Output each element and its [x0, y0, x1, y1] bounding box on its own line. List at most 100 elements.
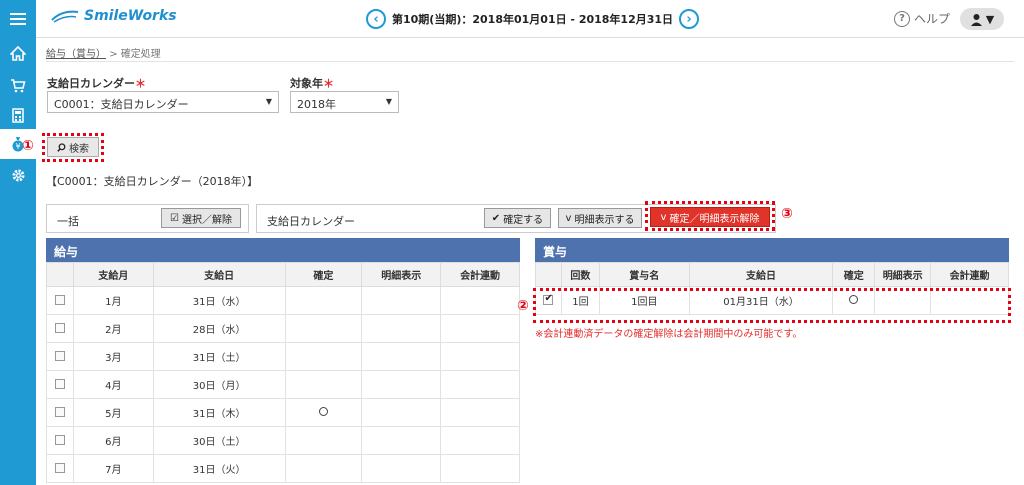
- callout-2: ②: [517, 298, 529, 314]
- table-row: 7月 31日（火）: [46, 454, 520, 483]
- calendar-select-value: C0001：支給日カレンダー: [54, 98, 189, 111]
- row-select: [46, 342, 74, 371]
- help-label: ヘルプ: [914, 12, 951, 26]
- check-icon: ✔: [491, 212, 501, 224]
- bonus-header-row: 回数 賞与名 支給日 確定 明細表示 会計連動: [535, 262, 1009, 287]
- home-icon[interactable]: [0, 38, 36, 68]
- search-button[interactable]: 検索: [47, 137, 99, 157]
- cell-accounting: [440, 342, 520, 371]
- row-checkbox[interactable]: [54, 295, 65, 305]
- year-select-value: 2018年: [297, 98, 336, 111]
- year-label: 対象年＊: [290, 75, 334, 91]
- logo[interactable]: SmileWorks: [50, 8, 177, 24]
- row-select: [46, 286, 74, 315]
- cell-accounting: [440, 398, 520, 427]
- table-row: 4月 30日（月）: [46, 370, 520, 399]
- row-checkbox[interactable]: [54, 435, 65, 445]
- col-confirmed: 確定: [832, 262, 876, 287]
- salary-header: 給与: [46, 238, 520, 262]
- logo-swoosh-icon: [51, 10, 79, 23]
- col-month: 支給月: [72, 262, 154, 287]
- cell-payday: 30日（月）: [152, 370, 286, 399]
- period-selector: ‹ 第10期(当期)：2018年01月01日 - 2018年12月31日 ›: [366, 9, 700, 29]
- cell-month: 6月: [72, 426, 154, 455]
- menu-icon[interactable]: [0, 4, 36, 34]
- col-accounting: 会計連動: [930, 262, 1009, 287]
- cell-confirmed: [284, 314, 363, 343]
- cell-confirmed: [284, 454, 363, 483]
- cell-payday: 31日（木）: [152, 398, 286, 427]
- cell-confirmed: [284, 426, 363, 455]
- chevron-right-icon: ›: [686, 11, 692, 27]
- caret-down-icon: ▼: [265, 97, 272, 106]
- cell-payday: 30日（土）: [152, 426, 286, 455]
- top-bar: SmileWorks ‹ 第10期(当期)：2018年01月01日 - 2018…: [36, 0, 1024, 38]
- breadcrumb: 給与（賞与） > 確定処理: [46, 45, 161, 60]
- cell-month: 1月: [72, 286, 154, 315]
- row-checkbox[interactable]: [54, 463, 65, 473]
- row-checkbox[interactable]: [54, 351, 65, 361]
- cell-confirmed: [284, 370, 363, 399]
- required-mark: ＊: [323, 77, 334, 90]
- confirm-label: 確定する: [503, 214, 544, 226]
- cell-accounting: [440, 370, 520, 399]
- cell-detail: [361, 314, 442, 343]
- next-period-button[interactable]: ›: [679, 9, 700, 29]
- col-accounting: 会計連動: [440, 262, 520, 287]
- prev-period-button[interactable]: ‹: [366, 9, 386, 29]
- row-checkbox[interactable]: [54, 379, 65, 389]
- cell-detail: [361, 398, 442, 427]
- row-checkbox[interactable]: [54, 323, 65, 333]
- confirm-button[interactable]: ✔ 確定する: [484, 208, 551, 228]
- callout-1: ①: [22, 138, 34, 154]
- cart-icon[interactable]: [0, 70, 36, 100]
- period-text: 第10期(当期)：2018年01月01日 - 2018年12月31日: [392, 13, 674, 26]
- row-select: [46, 314, 74, 343]
- calendar-label: 支給日カレンダー＊: [47, 75, 146, 91]
- cell-payday: 28日（水）: [152, 314, 286, 343]
- cell-accounting: [440, 286, 520, 315]
- help-link[interactable]: ? ヘルプ: [894, 10, 950, 27]
- select-toggle-label: 選択／解除: [181, 214, 232, 226]
- table-row: 3月 31日（土）: [46, 342, 520, 371]
- highlight-bonus-row: [533, 288, 1011, 323]
- chevron-left-icon: ‹: [373, 11, 379, 27]
- calendar-label-text: 支給日カレンダー: [47, 77, 135, 90]
- detail-show-button[interactable]: v 明細表示する: [558, 208, 642, 228]
- year-select[interactable]: 2018年 ▼: [290, 91, 399, 113]
- breadcrumb-link[interactable]: 給与（賞与）: [46, 49, 106, 60]
- svg-text:¥: ¥: [15, 142, 20, 151]
- cell-detail: [361, 370, 442, 399]
- col-detail: 明細表示: [361, 262, 442, 287]
- table-row: 1月 31日（水）: [46, 286, 520, 315]
- checkbox-icon: ☑: [170, 212, 179, 224]
- calendar-caption: 【C0001：支給日カレンダー（2018年）】: [46, 175, 259, 188]
- calculator-icon[interactable]: [0, 100, 36, 130]
- col-select: [535, 262, 562, 287]
- sidebar: ¥: [0, 0, 36, 485]
- row-checkbox[interactable]: [54, 407, 65, 417]
- calendar-select[interactable]: C0001：支給日カレンダー ▼: [47, 91, 279, 113]
- search-icon: [57, 142, 66, 152]
- table-row: 2月 28日（水）: [46, 314, 520, 343]
- divider: [46, 61, 1014, 62]
- chevron-down-icon: v: [565, 212, 572, 224]
- unconfirm-button[interactable]: v 確定／明細表示解除: [650, 207, 770, 227]
- row-select: [46, 398, 74, 427]
- search-label: 検索: [69, 143, 89, 155]
- user-menu-button[interactable]: ▼: [960, 8, 1004, 30]
- cell-accounting: [440, 454, 520, 483]
- cell-month: 5月: [72, 398, 154, 427]
- cell-payday: 31日（水）: [152, 286, 286, 315]
- col-payday: 支給日: [152, 262, 286, 287]
- col-bonus-name: 賞与名: [598, 262, 690, 287]
- required-mark: ＊: [135, 77, 146, 90]
- select-toggle-button[interactable]: ☑ 選択／解除: [161, 208, 241, 228]
- year-label-text: 対象年: [290, 77, 323, 90]
- row-select: [46, 426, 74, 455]
- cell-payday: 31日（火）: [152, 454, 286, 483]
- gear-icon[interactable]: [0, 160, 36, 190]
- cell-month: 7月: [72, 454, 154, 483]
- cell-month: 2月: [72, 314, 154, 343]
- caret-down-icon: ▼: [385, 97, 392, 106]
